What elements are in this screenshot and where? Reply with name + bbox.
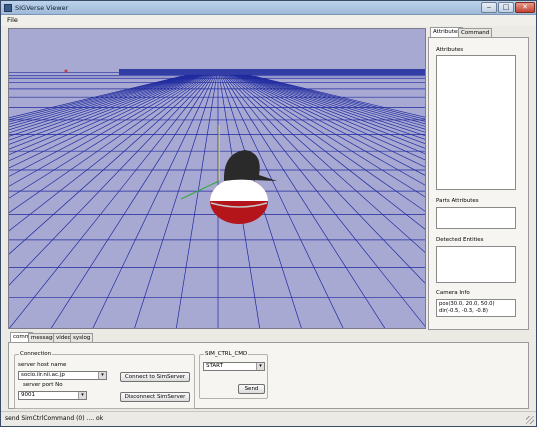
maximize-button[interactable]: □: [498, 2, 514, 13]
disconnect-button[interactable]: Disconnect SimServer: [120, 392, 190, 402]
close-button[interactable]: ✕: [515, 2, 535, 13]
camera-pos: pos(30.0, 20.0, 50.0): [439, 301, 495, 307]
minimize-button[interactable]: ‒: [481, 2, 497, 13]
port-number-label: server port No: [23, 382, 63, 388]
grid-line: [245, 74, 425, 125]
grid-line: [9, 74, 207, 199]
3d-viewport[interactable]: [8, 28, 426, 329]
camera-dir: dir(-0.5, -0.3, -0.8): [439, 308, 488, 314]
menu-bar: File: [1, 15, 536, 26]
chevron-down-icon[interactable]: ▾: [78, 392, 86, 399]
sim-command-combo[interactable]: START ▾: [203, 362, 265, 371]
grid-line: [134, 74, 216, 328]
chevron-down-icon[interactable]: ▾: [98, 372, 106, 379]
attributes-panel: Attributes Command Attributes Parts Attr…: [428, 27, 529, 330]
grid-line: [247, 74, 425, 120]
send-button[interactable]: Send: [238, 384, 265, 394]
menu-file[interactable]: File: [7, 16, 18, 24]
detected-entities-list[interactable]: [436, 246, 516, 283]
comm-panel: Connection server host name socio.iir.ni…: [8, 342, 529, 409]
grid-line: [9, 74, 201, 155]
status-text: send SimCtrlCommand (0) .... ok: [5, 415, 104, 422]
camera-info-label: Camera Info: [436, 290, 470, 296]
detected-entities-label: Detected Entities: [436, 237, 484, 243]
grid-line: [50, 74, 214, 328]
sim-ctrl-group: SIM_CTRL_CMD START ▾ Send: [199, 351, 268, 399]
attributes-list[interactable]: [436, 55, 516, 190]
app-window: SIGVerse Viewer ‒ □ ✕ File Attributes Co…: [0, 0, 537, 427]
window-title: SIGVerse Viewer: [15, 4, 69, 12]
camera-info-box: pos(30.0, 20.0, 50.0) dir(-0.5, -0.3, -0…: [436, 299, 516, 317]
connect-button[interactable]: Connect to SimServer: [120, 372, 190, 382]
grid-line: [9, 74, 198, 145]
grid-line: [9, 74, 197, 141]
attributes-panel-body: Attributes Parts Attributes Detected Ent…: [428, 37, 529, 330]
grid-line: [9, 74, 203, 169]
sim-command-value: START: [206, 363, 223, 369]
app-icon: [4, 4, 12, 12]
connection-group: Connection server host name socio.iir.ni…: [14, 351, 195, 409]
parts-attributes-label: Parts Attributes: [436, 198, 479, 204]
far-grid-edge: [9, 72, 119, 73]
attributes-label: Attributes: [436, 47, 464, 53]
resize-grip-icon[interactable]: [526, 416, 534, 424]
host-name-value: socio.iir.nii.ac.jp: [21, 372, 65, 378]
scene-canvas: [9, 69, 425, 328]
host-name-combo[interactable]: socio.iir.nii.ac.jp ▾: [18, 371, 107, 380]
sim-ctrl-group-title: SIM_CTRL_CMD: [204, 351, 249, 357]
chevron-down-icon[interactable]: ▾: [256, 363, 264, 370]
grid-line: [9, 74, 202, 162]
parts-attributes-list[interactable]: [436, 207, 516, 229]
port-number-value: 9001: [21, 392, 35, 398]
port-number-combo[interactable]: 9001 ▾: [18, 391, 87, 400]
grid-line: [9, 74, 199, 150]
host-name-label: server host name: [18, 362, 67, 368]
far-grid-band: [119, 69, 425, 75]
light-marker: [64, 69, 68, 73]
grid-line: [9, 74, 189, 121]
status-bar: send SimCtrlCommand (0) .... ok: [1, 411, 536, 426]
grid-line: [9, 74, 205, 187]
connection-group-title: Connection: [19, 351, 53, 357]
title-bar[interactable]: SIGVerse Viewer ‒ □ ✕: [1, 1, 536, 15]
bottom-panel: comm messages video syslog Connection se…: [8, 332, 529, 409]
